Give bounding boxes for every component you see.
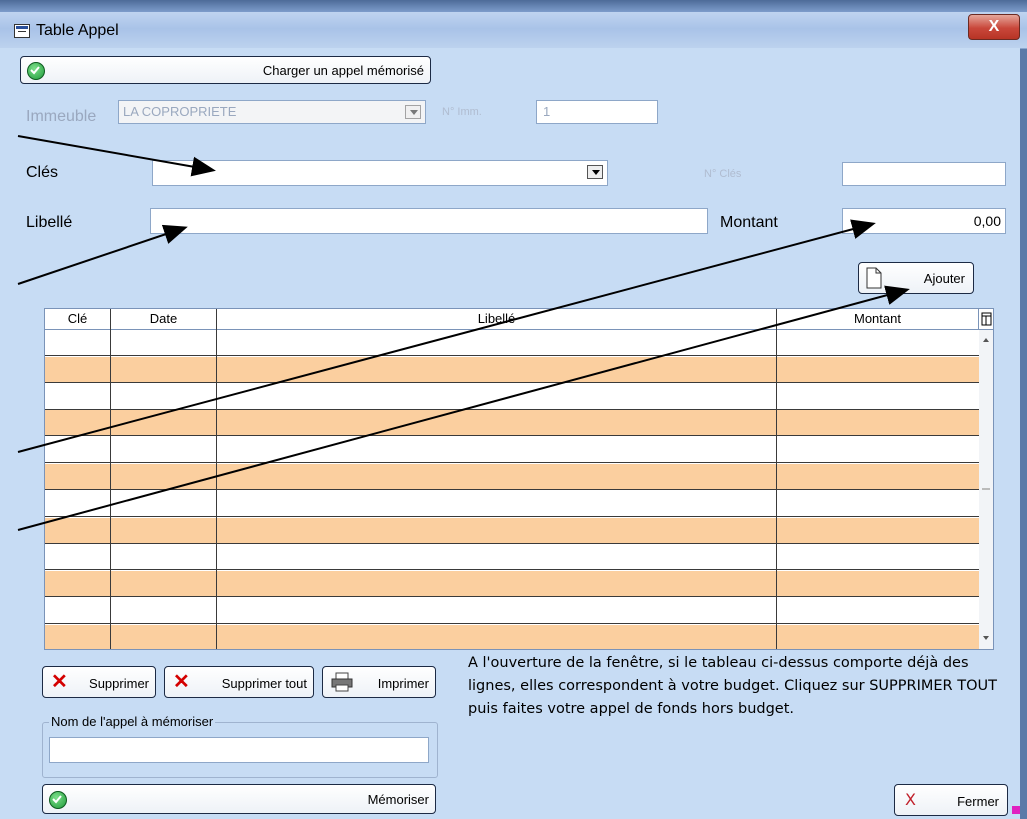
arrow-to-libelle [17, 224, 188, 285]
arrow-to-ajouter [17, 285, 910, 531]
arrow-to-montant [17, 219, 876, 453]
arrow-to-cles [17, 135, 216, 177]
annotation-arrows [17, 135, 910, 531]
